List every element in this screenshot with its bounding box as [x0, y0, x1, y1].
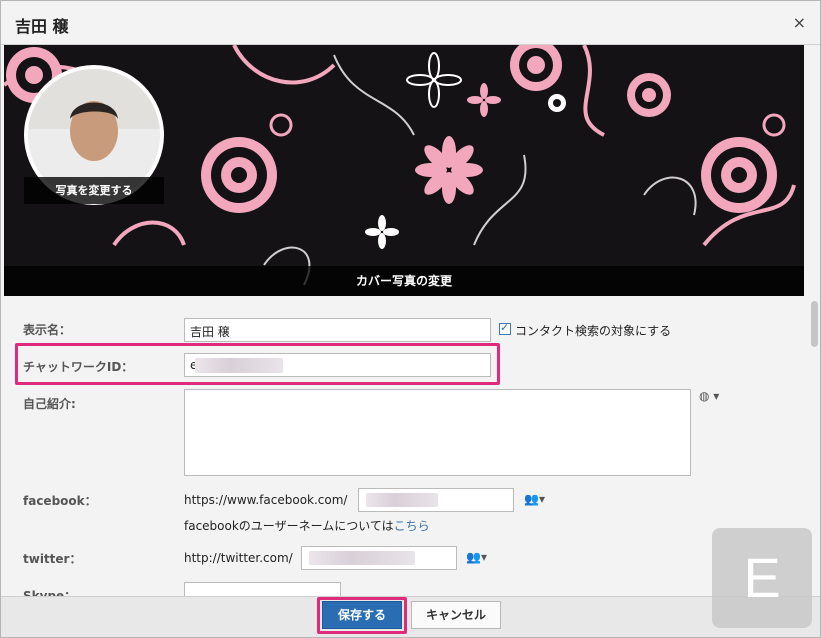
facebook-help-link[interactable]: こちら	[394, 519, 430, 533]
facebook-help-text: facebookのユーザーネームについては	[184, 519, 394, 533]
scrollbar-thumb[interactable]	[811, 301, 818, 347]
save-button-highlight	[317, 597, 407, 634]
profile-dialog: 吉田 穣 × カバー写真の変更 写真を変更する 表示名： 吉田 穣 ✓ コンタク…	[0, 0, 821, 638]
twitter-url-prefix: http://twitter.com/	[184, 551, 293, 565]
change-photo-button[interactable]: 写真を変更する	[24, 177, 164, 204]
dialog-title: 吉田 穣	[15, 17, 69, 36]
facebook-label: facebook：	[23, 494, 97, 508]
facebook-help: facebookのユーザーネームについてはこちら	[184, 517, 430, 534]
display-name-label: 表示名：	[23, 323, 72, 337]
facebook-url-prefix: https://www.facebook.com/	[184, 493, 348, 507]
globe-visibility-icon[interactable]: ◍ ▾	[699, 389, 719, 403]
redacted-facebook	[366, 493, 438, 507]
self-intro-textarea[interactable]	[184, 389, 691, 476]
change-cover-button[interactable]: カバー写真の変更	[4, 266, 804, 296]
close-icon[interactable]: ×	[793, 13, 806, 32]
dialog-titlebar: 吉田 穣 ×	[1, 1, 820, 45]
skype-username-input[interactable]	[184, 582, 341, 596]
cancel-button[interactable]: キャンセル	[411, 601, 501, 629]
display-name-input[interactable]: 吉田 穣	[184, 318, 491, 342]
watermark-badge: E	[712, 528, 812, 628]
chatwork-id-highlight	[15, 343, 500, 385]
twitter-label: twitter：	[23, 552, 82, 566]
self-intro-label: 自己紹介:	[23, 397, 76, 411]
contact-search-label: コンタクト検索の対象にする	[515, 324, 672, 338]
contact-search-checkbox[interactable]	[499, 321, 511, 335]
contacts-visibility-icon[interactable]: 👥▾	[466, 550, 487, 564]
contacts-visibility-icon[interactable]: 👥▾	[524, 492, 545, 506]
redacted-twitter	[309, 551, 415, 565]
